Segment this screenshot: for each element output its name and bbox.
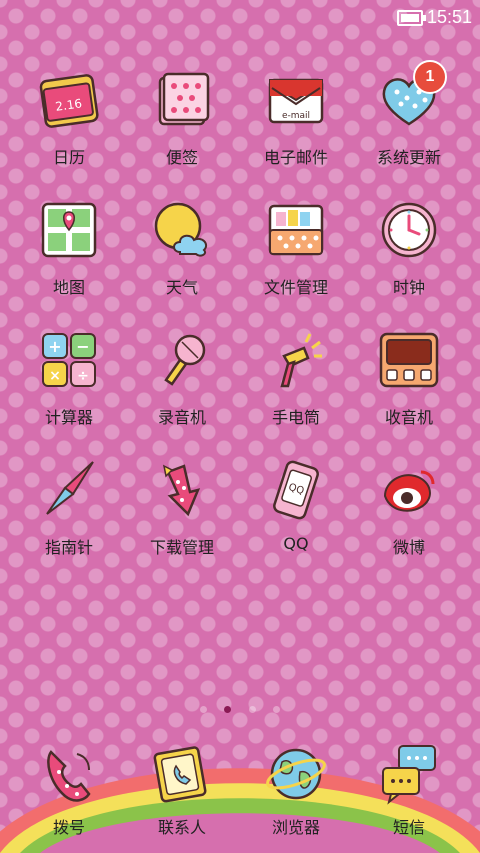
app-label: 时钟 [392,278,425,297]
map-icon [37,198,101,262]
app-label: 拨号 [52,818,85,837]
recorder-icon [150,328,214,392]
app-weather[interactable]: 天气 [125,198,239,298]
browser-icon [264,742,328,806]
app-recorder[interactable]: 录音机 [125,328,239,428]
app-label: 下载管理 [149,538,214,557]
page-indicator[interactable] [0,698,480,717]
download-icon [150,458,214,522]
app-map[interactable]: 地图 [12,198,126,298]
app-label: 便签 [165,148,198,167]
app-label: 短信 [392,818,425,837]
notes-icon [150,68,214,132]
clock-icon [377,198,441,262]
email-icon: e-mail [264,68,328,132]
svg-text:+: + [48,337,61,356]
dock-contacts[interactable]: 联系人 [125,742,239,838]
flashlight-icon [264,328,328,392]
app-label: 微博 [392,538,425,557]
dock-sms[interactable]: 短信 [352,742,466,838]
app-label: 联系人 [157,818,206,837]
app-notes[interactable]: 便签 [125,68,239,168]
weibo-icon [377,458,441,522]
app-label: 文件管理 [263,278,328,297]
app-label: QQ [283,534,309,553]
svg-text:−: − [76,337,89,356]
radio-icon [377,328,441,392]
app-label: 收音机 [384,408,433,427]
page-dot[interactable] [272,706,280,713]
weather-icon [150,198,214,262]
notification-badge: 1 [413,60,447,94]
app-qq[interactable]: QQ QQ [239,458,353,553]
app-label: 日历 [52,148,85,167]
app-radio[interactable]: 收音机 [352,328,466,428]
svg-text:÷: ÷ [77,368,89,384]
app-label: 地图 [52,278,85,297]
app-label: 手电筒 [271,408,320,427]
page-dot[interactable] [248,706,256,713]
app-clock[interactable]: 时钟 [352,198,466,298]
status-bar: 15:51 [0,0,480,34]
app-weibo[interactable]: 微博 [352,458,466,558]
app-flashlight[interactable]: 手电筒 [239,328,353,428]
phone-icon [37,742,101,806]
calculator-icon: + − × ÷ [37,328,101,392]
app-calendar[interactable]: 2.16 日历 [12,68,126,168]
app-email[interactable]: e-mail 电子邮件 [239,68,353,168]
dock-phone[interactable]: 拨号 [12,742,126,838]
page-dot[interactable] [200,706,208,713]
app-calculator[interactable]: + − × ÷ 计算器 [12,328,126,428]
app-label: 系统更新 [376,148,441,167]
app-file-manager[interactable]: 文件管理 [239,198,353,298]
dock-browser[interactable]: 浏览器 [239,742,353,838]
status-time: 15:51 [426,7,472,27]
app-label: 电子邮件 [263,148,328,167]
app-label: 计算器 [44,408,93,427]
app-system-update[interactable]: 1 系统更新 [352,60,466,168]
app-label: 浏览器 [271,818,320,837]
email-icon-text: e-mail [282,111,310,121]
sms-icon [377,742,441,806]
contacts-icon [150,742,214,806]
app-label: 录音机 [157,408,206,427]
qq-icon: QQ [264,458,328,522]
svg-text:×: × [49,368,61,384]
page-dot-active[interactable] [224,706,232,713]
app-download-manager[interactable]: 下载管理 [125,458,239,558]
calendar-icon: 2.16 [37,68,101,132]
app-label: 指南针 [44,538,93,557]
app-label: 天气 [165,278,198,297]
battery-icon [397,10,426,26]
compass-icon [37,458,101,522]
file-manager-icon [264,198,328,262]
app-compass[interactable]: 指南针 [12,458,126,558]
update-heart-icon: 1 [377,60,447,132]
